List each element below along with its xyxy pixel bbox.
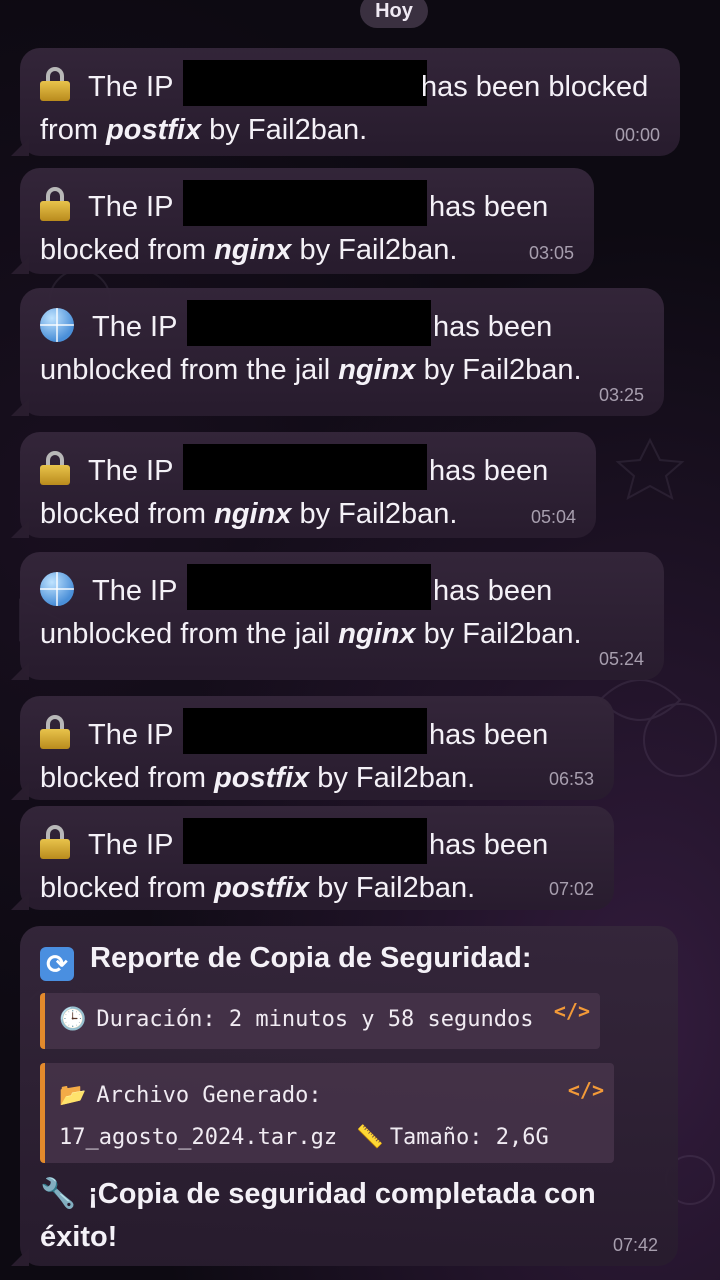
message-line-1: The IP has been xyxy=(40,818,594,867)
message-time: 03:05 xyxy=(528,243,574,263)
message-line-2: blocked from nginx by Fail2ban. xyxy=(40,234,458,266)
message-line-2: from postfix by Fail2ban. xyxy=(40,114,368,146)
backup-report-bubble[interactable]: ⟳ Reporte de Copia de Seguridad: 🕒 Duració… xyxy=(20,926,678,1266)
message-line-1: The IP has been xyxy=(40,708,594,757)
service-name: postfix xyxy=(106,114,202,146)
duration-code-block[interactable]: 🕒 Duración: 2 minutos y 58 segundos </> xyxy=(40,993,600,1049)
message-line-1: The IP has been xyxy=(40,180,574,229)
report-title: ⟳ Reporte de Copia de Seguridad: xyxy=(40,936,658,981)
redacted-ip xyxy=(182,818,427,864)
message-bubble[interactable]: The IP has been blocked from nginx by Fa… xyxy=(20,168,594,274)
folder-icon: 📂 xyxy=(59,1083,87,1108)
archive-label: Archivo Generado: xyxy=(96,1083,322,1108)
message-line-1: The IP has been xyxy=(40,564,644,613)
message-time: 03:25 xyxy=(598,385,644,405)
service-name: nginx xyxy=(338,354,416,386)
service-name: postfix xyxy=(214,872,310,904)
code-tag-icon[interactable]: </> xyxy=(568,1069,604,1111)
redacted-ip xyxy=(186,300,431,346)
archive-code-block[interactable]: 📂 Archivo Generado: 17_agosto_2024.tar.gz… xyxy=(40,1063,614,1163)
message-line-2: unblocked from the jail nginx by Fail2ba… xyxy=(40,354,582,386)
wrench-icon: 🔧 xyxy=(40,1178,77,1210)
globe-icon xyxy=(40,572,74,606)
message-time: 05:04 xyxy=(530,507,576,527)
message-line-2: unblocked from the jail nginx by Fail2ba… xyxy=(40,618,582,650)
redacted-ip xyxy=(182,60,427,106)
message-time: 06:53 xyxy=(548,769,594,789)
lock-icon xyxy=(40,451,70,485)
service-name: nginx xyxy=(338,618,416,650)
message-bubble[interactable]: The IP has been blocked from postfix by … xyxy=(20,48,680,156)
completion-message: 🔧 ¡Copia de seguridad completada con éxit… xyxy=(40,1178,596,1253)
service-name: nginx xyxy=(214,498,292,530)
duration-text: Duración: 2 minutos y 58 segundos xyxy=(96,1007,534,1032)
code-tag-icon[interactable]: </> xyxy=(554,999,590,1023)
date-chip: Hoy xyxy=(360,0,428,28)
redacted-ip xyxy=(186,564,431,610)
ruler-icon: 📏 xyxy=(356,1125,384,1150)
message-line-2: blocked from postfix by Fail2ban. xyxy=(40,762,476,794)
lock-icon xyxy=(40,187,70,221)
message-bubble[interactable]: The IP has been unblocked from the jail … xyxy=(20,552,664,680)
lock-icon xyxy=(40,715,70,749)
size-text: Tamaño: 2,6G xyxy=(389,1125,549,1150)
message-bubble[interactable]: The IP has been blocked from nginx by Fa… xyxy=(20,432,596,538)
service-name: nginx xyxy=(214,234,292,266)
message-time: 00:00 xyxy=(614,125,660,145)
message-line-1: The IP has been xyxy=(40,444,576,493)
refresh-icon: ⟳ xyxy=(40,947,74,981)
message-line-2: blocked from nginx by Fail2ban. xyxy=(40,498,458,530)
service-name: postfix xyxy=(214,762,310,794)
lock-icon xyxy=(40,67,70,101)
message-bubble[interactable]: The IP has been blocked from postfix by … xyxy=(20,696,614,800)
globe-icon xyxy=(40,308,74,342)
message-time: 07:42 xyxy=(612,1235,658,1255)
redacted-ip xyxy=(182,180,427,226)
message-time: 05:24 xyxy=(598,649,644,669)
message-bubble[interactable]: The IP has been unblocked from the jail … xyxy=(20,288,664,416)
lock-icon xyxy=(40,825,70,859)
message-line-1: The IP has been blocked xyxy=(40,60,660,109)
message-line-2: blocked from postfix by Fail2ban. xyxy=(40,872,476,904)
redacted-ip xyxy=(182,444,427,490)
redacted-ip xyxy=(182,708,427,754)
archive-file: 17_agosto_2024.tar.gz xyxy=(59,1125,338,1150)
clock-icon: 🕒 xyxy=(59,1007,87,1032)
message-time: 07:02 xyxy=(548,879,594,899)
message-bubble[interactable]: The IP has been blocked from postfix by … xyxy=(20,806,614,910)
message-line-1: The IP has been xyxy=(40,300,644,349)
